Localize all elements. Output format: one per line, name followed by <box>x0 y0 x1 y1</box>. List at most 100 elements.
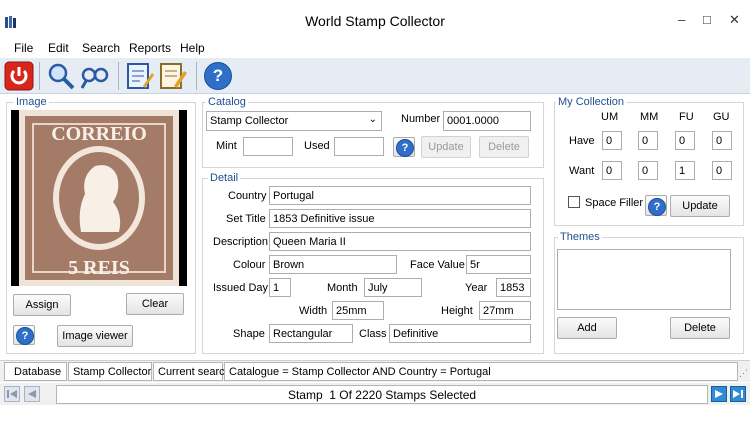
search-icon <box>48 63 75 90</box>
minimize-button[interactable]: – <box>678 12 685 27</box>
window-title: World Stamp Collector <box>305 13 445 29</box>
header-um: UM <box>601 111 619 123</box>
width-label: Width <box>299 305 328 317</box>
want-mm-field[interactable]: 0 <box>638 161 658 180</box>
previous-record-button[interactable] <box>24 386 40 402</box>
year-field[interactable]: 1853 <box>496 278 531 297</box>
help-button[interactable]: ? <box>203 61 233 91</box>
width-field[interactable]: 25mm <box>332 301 384 320</box>
themes-list[interactable] <box>557 249 731 310</box>
resize-grip-icon[interactable]: ⋰ <box>739 368 748 379</box>
colour-label: Colour <box>233 259 266 271</box>
catalog-label: Catalog <box>206 96 248 108</box>
want-fu-field[interactable]: 1 <box>675 161 695 180</box>
collection-update-button[interactable]: Update <box>670 195 730 217</box>
stamp-bottom-text: 5 REIS <box>68 257 130 279</box>
last-record-button[interactable] <box>730 386 746 402</box>
face-value-field[interactable]: 5r <box>466 255 531 274</box>
used-field[interactable] <box>334 137 384 156</box>
used-label: Used <box>304 140 330 152</box>
description-field[interactable]: Queen Maria II <box>269 232 531 251</box>
want-gu-field[interactable]: 0 <box>712 161 732 180</box>
face-value-label: Face Value <box>410 259 465 271</box>
toolbar-separator <box>196 62 197 90</box>
find-button[interactable] <box>80 61 110 91</box>
height-label: Height <box>441 305 473 317</box>
catalog-help-button[interactable]: ? <box>393 137 415 157</box>
have-fu-field[interactable]: 0 <box>675 131 695 150</box>
write-button[interactable] <box>158 61 188 91</box>
next-record-button[interactable] <box>711 386 727 402</box>
exit-button[interactable] <box>4 61 34 91</box>
mint-label: Mint <box>216 140 237 152</box>
next-record-icon <box>711 386 727 402</box>
number-label: Number <box>401 113 441 125</box>
maximize-button[interactable]: □ <box>703 12 711 27</box>
set-title-field[interactable]: 1853 Definitive issue <box>269 209 531 228</box>
status-current-search: Current search <box>153 362 231 381</box>
year-label: Year <box>465 282 488 294</box>
want-um-field[interactable]: 0 <box>602 161 622 180</box>
space-filler-label: Space Filler <box>585 197 644 209</box>
themes-add-button[interactable]: Add <box>557 317 617 339</box>
month-field[interactable]: July <box>364 278 422 297</box>
number-field[interactable]: 0001.0000 <box>443 111 531 131</box>
have-mm-field[interactable]: 0 <box>638 131 658 150</box>
image-viewer-button[interactable]: Image viewer <box>57 325 133 347</box>
help-icon: ? <box>16 327 34 345</box>
header-mm: MM <box>640 111 659 123</box>
image-panel-label: Image <box>14 96 49 108</box>
space-filler-checkbox[interactable] <box>568 196 580 208</box>
menu-help[interactable]: Help <box>180 41 205 55</box>
colour-field[interactable]: Brown <box>269 255 397 274</box>
image-help-button[interactable]: ? <box>13 325 35 345</box>
chevron-down-icon: ⌄ <box>368 114 377 125</box>
have-label: Have <box>569 135 595 147</box>
clear-button[interactable]: Clear <box>126 293 184 315</box>
first-record-button[interactable] <box>4 386 20 402</box>
assign-button[interactable]: Assign <box>13 294 71 316</box>
stamp-image: CORREIO 5 REIS <box>11 110 187 286</box>
menu-file[interactable]: File <box>14 41 33 55</box>
issued-day-label: Issued Day <box>213 282 269 294</box>
height-field[interactable]: 27mm <box>479 301 531 320</box>
catalog-update-button[interactable]: Update <box>421 136 471 158</box>
collection-help-button[interactable]: ? <box>645 195 667 216</box>
class-field[interactable]: Definitive <box>389 324 531 343</box>
menu-edit[interactable]: Edit <box>48 41 69 55</box>
catalogue-value: Stamp Collector <box>210 115 289 127</box>
have-gu-field[interactable]: 0 <box>712 131 732 150</box>
menu-reports[interactable]: Reports <box>129 41 171 55</box>
toolbar-separator <box>118 62 119 90</box>
first-record-icon <box>4 386 20 402</box>
search-button[interactable] <box>46 61 76 91</box>
help-icon: ? <box>396 139 414 157</box>
want-label: Want <box>569 165 595 177</box>
last-record-icon <box>730 386 746 402</box>
close-button[interactable]: ✕ <box>729 12 740 28</box>
collection-label: My Collection <box>556 96 627 108</box>
menu-search[interactable]: Search <box>82 41 120 55</box>
shape-field[interactable]: Rectangular <box>269 324 353 343</box>
record-text: Stamp 1 Of 2220 Stamps Selected <box>287 388 477 402</box>
have-um-field[interactable]: 0 <box>602 131 622 150</box>
issued-day-field[interactable]: 1 <box>269 278 291 297</box>
edit-notes-icon <box>127 63 154 89</box>
find-binoculars-icon <box>80 67 109 89</box>
set-title-label: Set Title <box>226 213 266 225</box>
power-icon <box>4 61 34 91</box>
edit-button[interactable] <box>125 61 155 91</box>
country-field[interactable]: Portugal <box>269 186 531 205</box>
status-collection: Stamp Collector <box>68 362 152 381</box>
country-label: Country <box>228 190 267 202</box>
catalog-delete-button[interactable]: Delete <box>479 136 529 158</box>
stamp-top-text: CORREIO <box>51 123 147 145</box>
description-label: Description <box>213 236 269 248</box>
status-query: Catalogue = Stamp Collector AND Country … <box>224 362 738 381</box>
header-gu: GU <box>713 111 730 123</box>
previous-record-icon <box>24 386 40 402</box>
mint-field[interactable] <box>243 137 293 156</box>
catalogue-select[interactable]: Stamp Collector ⌄ <box>206 111 382 131</box>
edit-pencil-icon <box>160 63 187 89</box>
themes-delete-button[interactable]: Delete <box>670 317 730 339</box>
